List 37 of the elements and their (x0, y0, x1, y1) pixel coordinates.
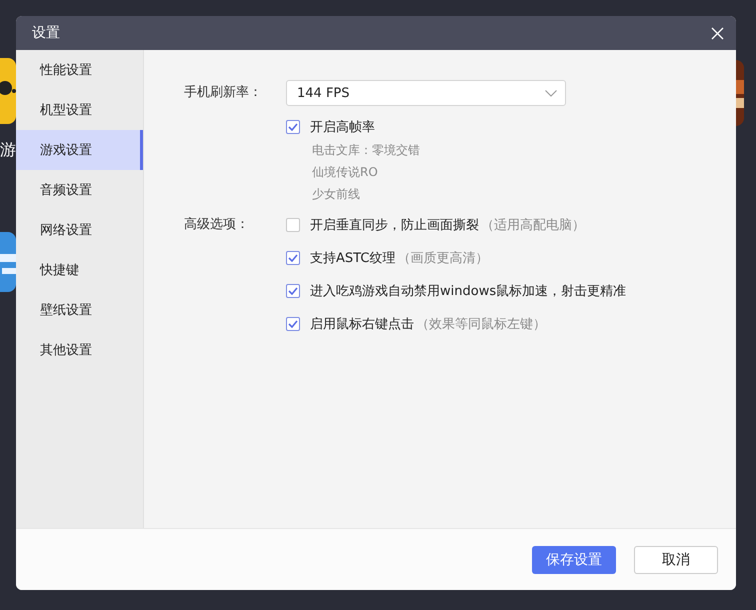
close-button[interactable] (709, 24, 726, 42)
field-label: 手机刷新率： (184, 84, 263, 102)
option-note: （画质更高清） (397, 250, 488, 267)
checkbox[interactable] (286, 251, 300, 265)
sidebar-item[interactable]: 音频设置 (16, 170, 143, 210)
cancel-button[interactable]: 取消 (634, 546, 718, 574)
checkbox-label: 进入吃鸡游戏自动禁用windows鼠标加速，射击更精准 (310, 283, 626, 300)
save-button[interactable]: 保存设置 (532, 546, 616, 574)
game-name: 电击文库：零境交错 (312, 142, 421, 159)
sidebar-item[interactable]: 壁纸设置 (16, 290, 143, 330)
sidebar-item[interactable]: 快捷键 (16, 250, 143, 290)
checkbox-label: 开启垂直同步，防止画面撕裂 (310, 217, 479, 234)
checkbox[interactable] (286, 120, 300, 134)
app-icon[interactable] (736, 60, 745, 126)
checkbox[interactable] (286, 284, 300, 298)
game-name: 仙境传说RO (312, 164, 379, 181)
chevron-icon (545, 90, 557, 96)
option-note: （适用高配电脑） (481, 217, 585, 234)
checkbox[interactable] (286, 317, 300, 331)
app-label: 游 (0, 141, 16, 159)
field-label: 高级选项： (184, 216, 250, 234)
sidebar-item[interactable]: 机型设置 (16, 90, 143, 130)
sidebar-item[interactable]: 游戏设置 (16, 130, 143, 170)
checkbox-label: 启用鼠标右键点击 (310, 316, 414, 333)
checkbox[interactable] (286, 218, 300, 232)
sidebar-item[interactable]: 其他设置 (16, 330, 143, 370)
sidebar-item[interactable]: 网络设置 (16, 210, 143, 250)
window-title: 设置 (32, 24, 60, 42)
app-icon[interactable] (0, 58, 16, 124)
close-icon (711, 26, 724, 40)
checkbox-label: 开启高帧率 (310, 119, 375, 136)
sidebar-item[interactable]: 性能设置 (16, 50, 143, 90)
refresh-rate-dropdown[interactable]: 144 FPS (286, 80, 566, 106)
option-note: （效果等同鼠标左键） (416, 316, 546, 333)
game-name: 少女前线 (312, 186, 361, 203)
checkbox-label: 支持ASTC纹理 (310, 250, 396, 267)
app-icon[interactable] (0, 232, 16, 292)
